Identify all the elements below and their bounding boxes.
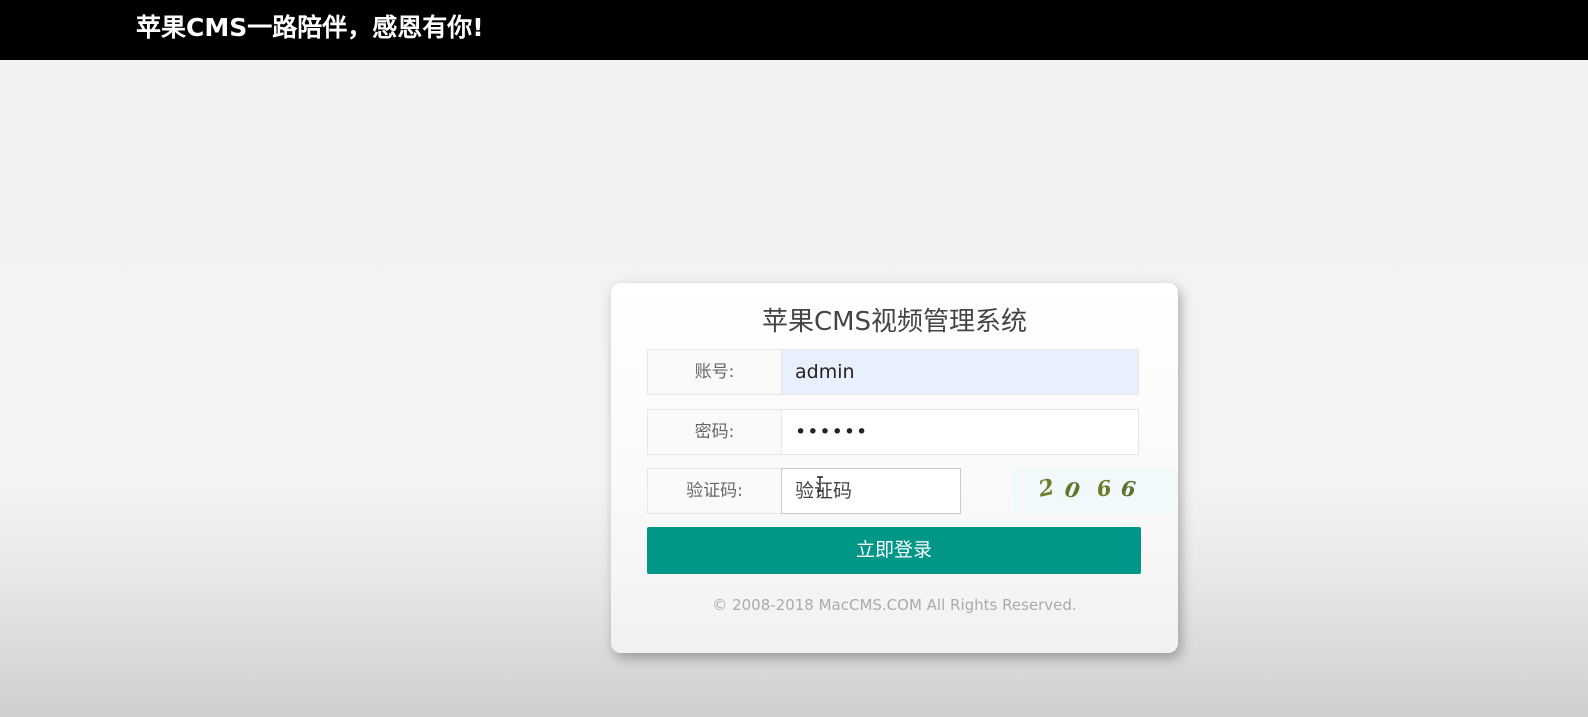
text-cursor-icon	[817, 476, 823, 492]
password-field[interactable]: ••••••	[781, 409, 1139, 455]
login-button[interactable]: 立即登录	[647, 527, 1141, 574]
login-card: 苹果CMS视频管理系统 账号: admin 密码: •••••• 验证码: 验证…	[611, 283, 1178, 653]
top-banner: 苹果CMS一路陪伴，感恩有你!	[0, 0, 1588, 60]
password-label: 密码:	[647, 409, 782, 455]
captcha-char: 0	[1063, 476, 1082, 503]
captcha-char: 6	[1095, 475, 1113, 502]
banner-text: 苹果CMS一路陪伴，感恩有你!	[136, 13, 484, 42]
page-title: 苹果CMS视频管理系统	[761, 307, 1028, 337]
captcha-image[interactable]: 2 0 6 6	[1013, 468, 1177, 514]
username-field[interactable]: admin	[781, 349, 1139, 395]
captcha-char: 6	[1120, 475, 1138, 501]
captcha-field[interactable]: 验证码	[781, 468, 1089, 514]
captcha-label: 验证码:	[647, 468, 782, 514]
copyright-text: © 2008-2018 MacCMS.COM All Rights Reserv…	[712, 596, 1077, 614]
captcha-graphic: 2 0 6 6	[1035, 474, 1138, 503]
username-label: 账号:	[647, 349, 782, 395]
captcha-char: 2	[1035, 474, 1056, 503]
